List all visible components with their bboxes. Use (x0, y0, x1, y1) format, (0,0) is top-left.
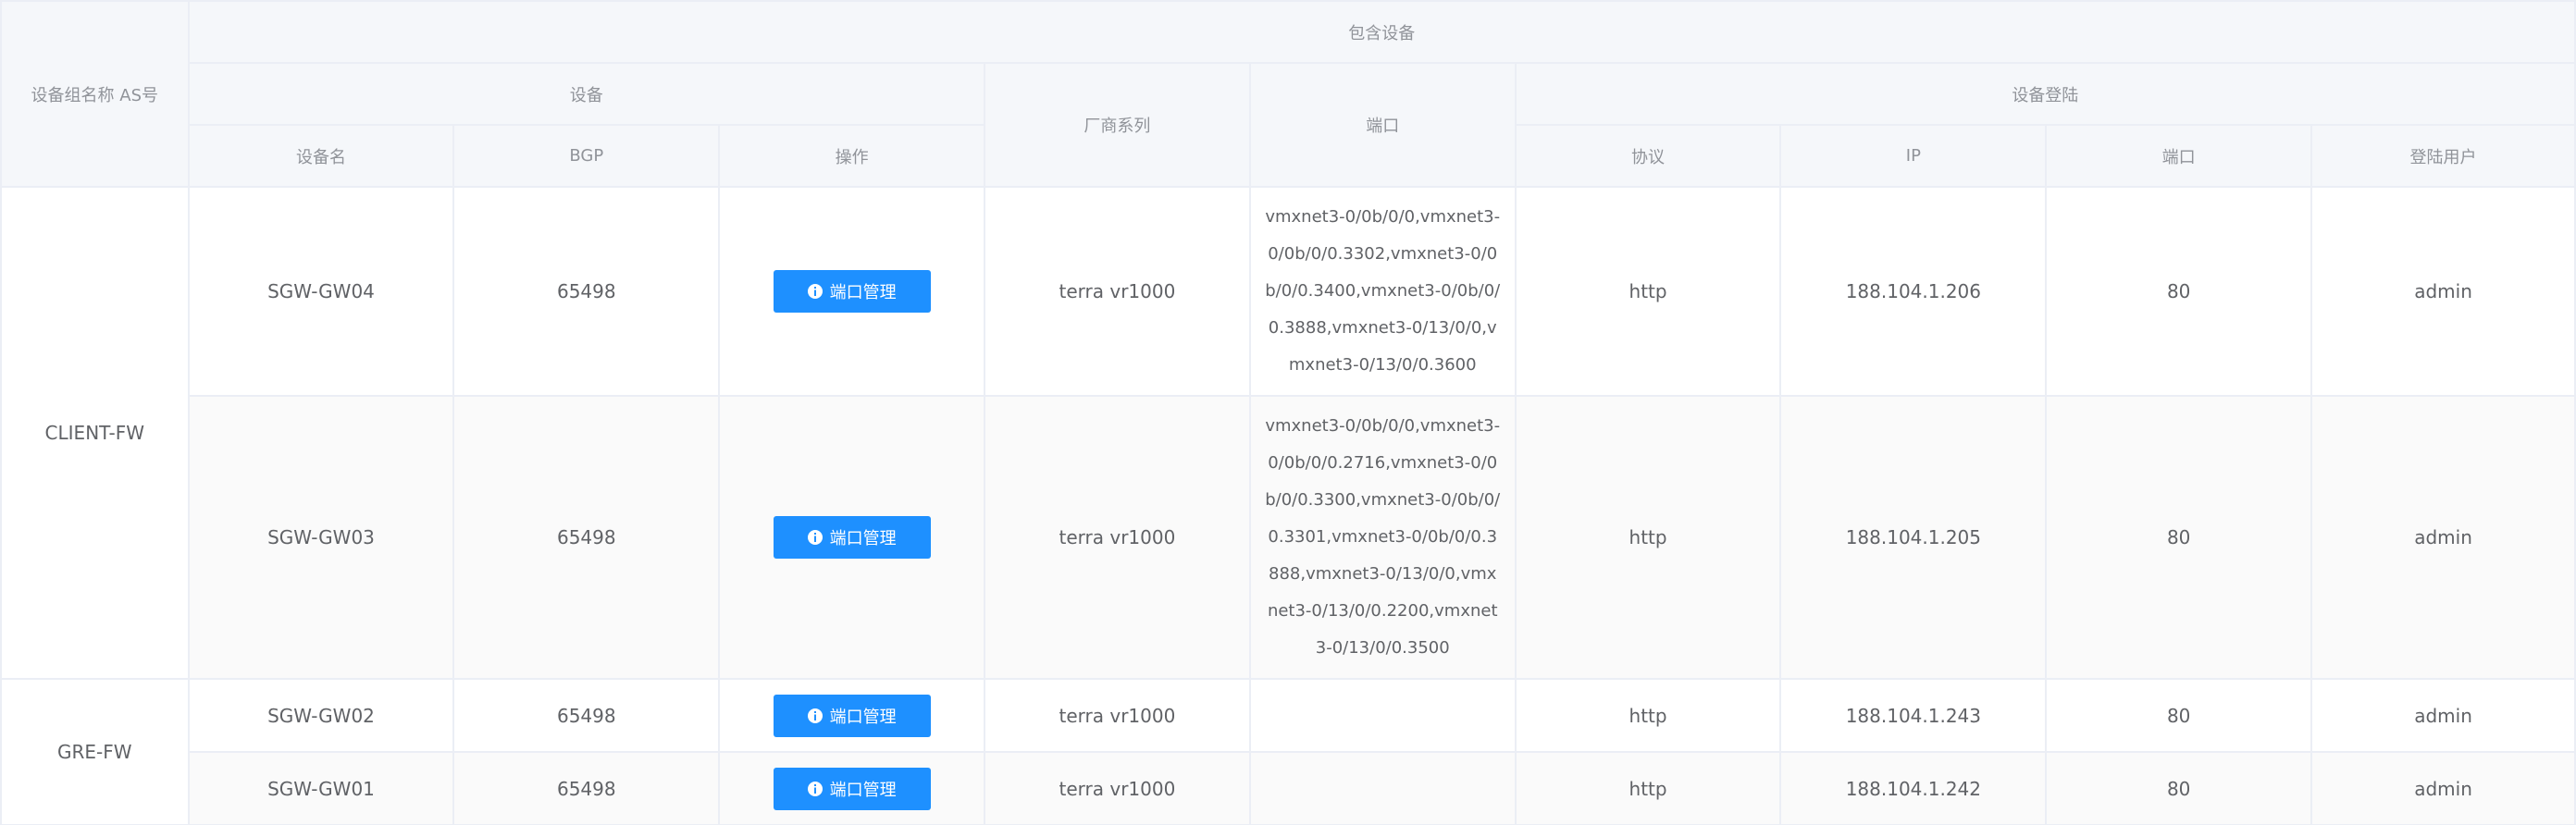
ports-text: vmxnet3-0/0b/0/0,vmxnet3-0/0b/0/0.2716,v… (1265, 416, 1501, 658)
bgp-cell: 65498 (452, 186, 721, 397)
operation-cell: 端口管理 (718, 751, 986, 825)
header-login-user: 登陆用户 (2310, 124, 2576, 188)
user-cell: admin (2310, 186, 2576, 397)
header-device: 设备 (187, 62, 986, 126)
table-row: SGW-GW01 65498 端口管理 terra vr1000 http 18… (1, 751, 2576, 825)
header-device-name: 设备名 (187, 124, 455, 188)
port-management-button[interactable]: 端口管理 (773, 694, 931, 737)
ip-cell: 188.104.1.206 (1779, 186, 2048, 397)
bgp-cell: 65498 (452, 678, 721, 753)
port-management-button[interactable]: 端口管理 (773, 767, 931, 810)
ports-cell: vmxnet3-0/0b/0/0,vmxnet3-0/0b/0/0.3302,v… (1248, 186, 1517, 397)
table-header: 设备组名称 AS号 包含设备 设备 厂商系列 端口 设备登陆 设备名 BGP 操… (0, 0, 2576, 188)
ip-cell: 188.104.1.243 (1779, 678, 2048, 753)
vendor-cell: terra vr1000 (984, 751, 1251, 825)
header-included-devices: 包含设备 (187, 0, 2576, 64)
protocol-cell: http (1514, 395, 1782, 680)
device-group-table: 设备组名称 AS号 包含设备 设备 厂商系列 端口 设备登陆 设备名 BGP 操… (0, 0, 2576, 825)
login-port-cell: 80 (2045, 751, 2313, 825)
login-port-cell: 80 (2045, 395, 2313, 680)
group-name-cell: CLIENT-FW (0, 186, 190, 680)
protocol-cell: http (1514, 751, 1782, 825)
port-management-button[interactable]: 端口管理 (773, 270, 931, 313)
operation-cell: 端口管理 (718, 395, 986, 680)
ip-cell: 188.104.1.205 (1779, 395, 2048, 680)
login-port-cell: 80 (2045, 186, 2313, 397)
table-row: GRE-FW SGW-GW02 65498 端口管理 terra vr1000 … (0, 678, 2576, 825)
bgp-cell: 65498 (452, 395, 721, 680)
ip-cell: 188.104.1.242 (1779, 751, 2048, 825)
table-row: SGW-GW03 65498 端口管理 terra vr1000 vmxnet3… (1, 395, 2576, 680)
protocol-cell: http (1514, 678, 1782, 753)
info-circle-icon (807, 781, 823, 796)
device-name-cell: SGW-GW01 (187, 751, 455, 825)
vendor-cell: terra vr1000 (984, 395, 1251, 680)
port-management-button[interactable]: 端口管理 (773, 516, 931, 559)
info-circle-icon (807, 708, 823, 723)
ports-cell (1248, 678, 1517, 753)
info-circle-icon (807, 284, 823, 299)
device-group-table-container: 设备组名称 AS号 包含设备 设备 厂商系列 端口 设备登陆 设备名 BGP 操… (0, 0, 2576, 825)
vendor-cell: terra vr1000 (984, 186, 1251, 397)
header-device-login: 设备登陆 (1514, 62, 2576, 126)
table-row: CLIENT-FW SGW-GW04 65498 端口管理 terra vr10… (0, 186, 2576, 680)
header-vendor-series: 厂商系列 (984, 62, 1251, 188)
protocol-cell: http (1514, 186, 1782, 397)
login-port-cell: 80 (2045, 678, 2313, 753)
header-port: 端口 (1248, 62, 1517, 188)
bgp-cell: 65498 (452, 751, 721, 825)
device-name-cell: SGW-GW02 (187, 678, 455, 753)
header-operation: 操作 (718, 124, 986, 188)
device-name-cell: SGW-GW03 (187, 395, 455, 680)
ports-cell: vmxnet3-0/0b/0/0,vmxnet3-0/0b/0/0.2716,v… (1248, 395, 1517, 680)
port-management-label: 端口管理 (829, 780, 897, 800)
operation-cell: 端口管理 (718, 186, 986, 397)
table-body: CLIENT-FW SGW-GW04 65498 端口管理 terra vr10… (0, 186, 2576, 825)
user-cell: admin (2310, 678, 2576, 753)
header-login-port: 端口 (2045, 124, 2313, 188)
port-management-label: 端口管理 (829, 707, 897, 727)
header-ip: IP (1779, 124, 2048, 188)
vendor-cell: terra vr1000 (984, 678, 1251, 753)
header-protocol: 协议 (1514, 124, 1782, 188)
device-name-cell: SGW-GW04 (187, 186, 455, 397)
port-management-label: 端口管理 (829, 283, 897, 302)
header-bgp: BGP (452, 124, 721, 188)
ports-cell (1248, 751, 1517, 825)
operation-cell: 端口管理 (718, 678, 986, 753)
group-name-cell: GRE-FW (0, 678, 190, 825)
user-cell: admin (2310, 395, 2576, 680)
user-cell: admin (2310, 751, 2576, 825)
ports-text: vmxnet3-0/0b/0/0,vmxnet3-0/0b/0/0.3302,v… (1265, 207, 1501, 375)
port-management-label: 端口管理 (829, 529, 897, 548)
header-group-name: 设备组名称 AS号 (0, 0, 190, 188)
info-circle-icon (807, 530, 823, 545)
